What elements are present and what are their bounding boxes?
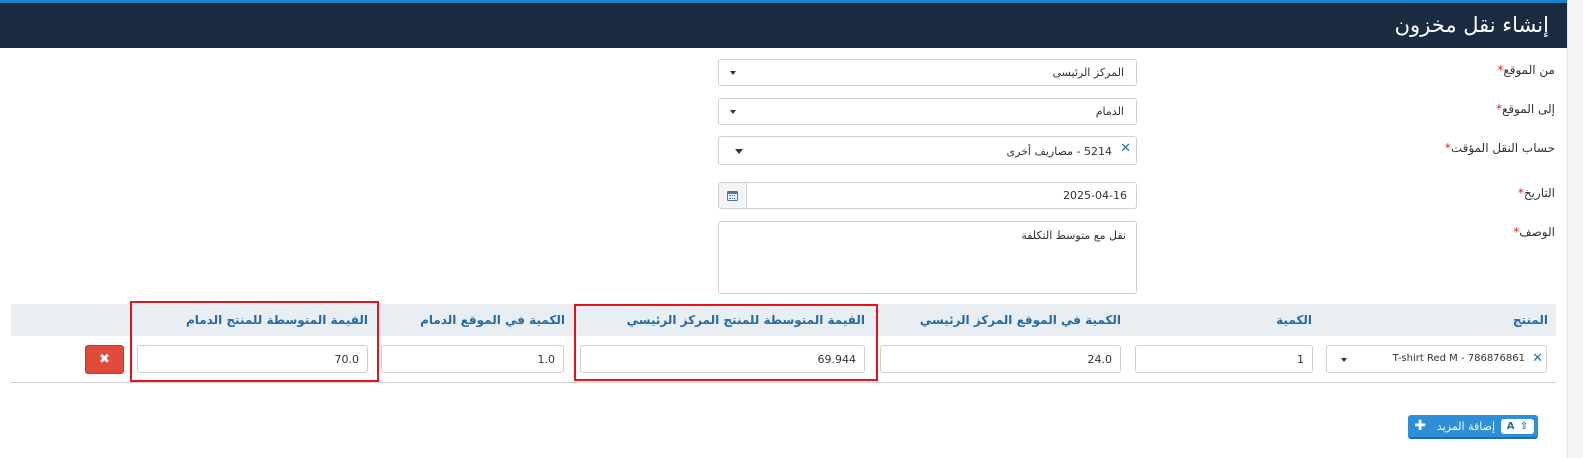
product-select[interactable]: T-shirt Red M - 786876861 ✕	[1326, 345, 1547, 373]
clear-icon[interactable]: ✕	[1532, 352, 1543, 365]
description-value: نقل مع متوسط التكلفة	[1021, 229, 1126, 242]
date-label: التاريخ*	[1517, 186, 1555, 200]
quantity-input[interactable]: 1	[1135, 345, 1313, 373]
row-divider	[11, 382, 1556, 383]
column-header-quantity: الكمية	[1276, 313, 1312, 327]
add-more-label: إضافة المزيد	[1436, 420, 1495, 433]
from-location-select[interactable]: المركز الرئيسى	[718, 59, 1137, 86]
from-location-label: من الموقع*	[1497, 63, 1555, 77]
shortcut-key-label: A	[1506, 421, 1515, 432]
highlight-avg-dammam	[130, 301, 379, 382]
description-label: الوصف*	[1513, 225, 1555, 239]
column-header-qty-main: الكمية في الموقع المركز الرئيسي	[919, 313, 1121, 327]
chevron-down-icon	[730, 110, 736, 114]
from-location-value: المركز الرئيسى	[1052, 66, 1124, 79]
date-field[interactable]: 2025-04-16	[718, 182, 1137, 209]
calendar-icon	[727, 190, 738, 201]
chevron-down-icon[interactable]	[735, 149, 743, 154]
add-more-button[interactable]: ✚ إضافة المزيد A ⇧	[1408, 415, 1538, 439]
page-header: إنشاء نقل مخزون	[0, 0, 1567, 48]
transit-account-label: حساب النقل المؤقت*	[1444, 141, 1555, 155]
to-location-select[interactable]: الدمام	[718, 98, 1137, 125]
chevron-down-icon[interactable]	[1341, 358, 1347, 362]
page-title: إنشاء نقل مخزون	[1394, 13, 1549, 37]
qty-dammam-field: 1.0	[381, 345, 564, 373]
page-scrollbar[interactable]	[1567, 0, 1583, 458]
date-value: 2025-04-16	[1063, 189, 1127, 202]
transit-account-value: 5214 - مصاريف أخرى	[1006, 145, 1112, 158]
keyboard-shortcut-badge: A ⇧	[1501, 419, 1534, 434]
column-header-product: المنتج	[1512, 313, 1548, 327]
highlight-avg-main	[574, 304, 878, 381]
column-header-qty-dammam: الكمية في الموقع الدمام	[420, 313, 565, 327]
plus-icon: ✚	[1414, 418, 1426, 434]
times-icon: ✖	[99, 352, 110, 367]
qty-main-field: 24.0	[880, 345, 1121, 373]
shift-key-icon: ⇧	[1519, 421, 1529, 432]
calendar-button[interactable]	[719, 183, 747, 208]
transit-account-select[interactable]: 5214 - مصاريف أخرى ✕	[718, 136, 1137, 165]
qty-main-value: 24.0	[1087, 353, 1113, 366]
clear-icon[interactable]: ✕	[1120, 142, 1131, 155]
chevron-down-icon	[730, 71, 736, 75]
product-value: T-shirt Red M - 786876861	[1392, 353, 1525, 364]
delete-row-button[interactable]: ✖	[85, 345, 124, 374]
description-textarea[interactable]: نقل مع متوسط التكلفة	[718, 221, 1137, 294]
quantity-value: 1	[1297, 353, 1304, 366]
qty-dammam-value: 1.0	[537, 353, 556, 366]
to-location-value: الدمام	[1095, 105, 1124, 118]
to-location-label: إلى الموقع*	[1495, 102, 1555, 116]
